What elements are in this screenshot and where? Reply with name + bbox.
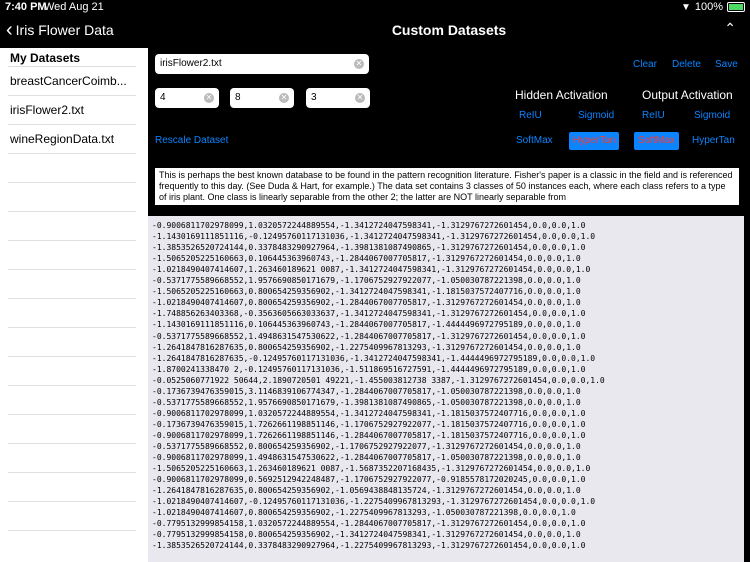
dataset-line: -0.1736739476359015,3.1146839106774347,-… — [152, 386, 581, 396]
output-layer-field[interactable]: 3 ✕ — [306, 88, 370, 108]
dataset-line: -1.5065205225160663,0.800654259356902,-1… — [152, 287, 581, 297]
battery-percent: 100% — [694, 1, 723, 13]
dataset-line: -0.5371775589668552,1.9576690850171679,-… — [152, 276, 581, 286]
dataset-line: -1.1430169111851116,0.106445363960743,-1… — [152, 320, 581, 330]
hidden-relu-option[interactable]: ReIU — [519, 110, 542, 121]
hidden-layer-value: 8 — [235, 92, 241, 103]
wifi-icon: ▼ — [680, 1, 691, 13]
dataset-line: -1.3853526520724144,0.3378483290927964,-… — [152, 243, 586, 253]
dataset-line: -0.9006811702978099,0.5692512942248487,-… — [152, 475, 586, 485]
dataset-line: -1.2641847816287635,-0.12495760117131036… — [152, 353, 596, 363]
dataset-line: -0.1736739476359015,1.7262661198851146,-… — [152, 419, 586, 429]
filename-field[interactable]: irisFlower2.txt ✕ — [155, 54, 369, 74]
sidebar-item-breast-cancer[interactable]: breastCancerCoimb... — [0, 67, 148, 96]
empty-row — [0, 357, 148, 386]
output-activation-heading: Output Activation — [642, 88, 733, 102]
dataset-line: -1.8700241338470 2,-0.12495760117131036,… — [152, 364, 586, 374]
dataset-line: -1.0218490407414607,0.800654259356902,-1… — [152, 508, 576, 518]
dataset-line: -1.0218490407414607,0.800654259356902,-1… — [152, 298, 581, 308]
dataset-line: -1.5065205225160663,0.106445363960743,-1… — [152, 254, 581, 264]
clear-text-icon[interactable]: ✕ — [279, 93, 289, 103]
dataset-line: -1.0218490407414607,-0.12495760117131036… — [152, 497, 596, 507]
dataset-line: -0.9006811702978099,1.7262661198851146,-… — [152, 430, 586, 440]
empty-row — [0, 328, 148, 357]
input-layer-value: 4 — [160, 92, 166, 103]
output-relu-option[interactable]: ReIU — [642, 110, 665, 121]
sidebar-item-iris-flower[interactable]: irisFlower2.txt — [0, 96, 148, 125]
battery-icon — [727, 2, 745, 12]
empty-row — [0, 386, 148, 415]
empty-row — [0, 444, 148, 473]
dataset-line: -0.7795132999854158,0.800654259356902,-1… — [152, 530, 581, 540]
empty-row — [0, 502, 148, 531]
save-button[interactable]: Save — [715, 59, 738, 70]
dataset-line: -0.5371775589668552,0.800654259356902,-1… — [152, 442, 581, 451]
status-bar: 7:40 PM Wed Aug 21 ▼ 100% — [0, 0, 750, 14]
dataset-line: -1.2641847816287635,0.800654259356902,-1… — [152, 486, 581, 496]
divider — [8, 530, 136, 531]
clear-text-icon[interactable]: ✕ — [354, 59, 364, 69]
dataset-line: -0.5371775589668552,1.4948631547530622,-… — [152, 331, 586, 341]
hidden-softmax-option[interactable]: SoftMax — [516, 135, 553, 146]
clear-text-icon[interactable]: ✕ — [355, 93, 365, 103]
empty-row — [0, 183, 148, 212]
dataset-line: -1.2641847816287635,0.800654259356902,-1… — [152, 342, 581, 352]
back-button[interactable]: ‹ Iris Flower Data — [6, 19, 114, 41]
sidebar-item-label: irisFlower2.txt — [10, 103, 85, 117]
hidden-layer-field[interactable]: 8 ✕ — [230, 88, 294, 108]
output-layer-value: 3 — [311, 92, 317, 103]
input-layer-field[interactable]: 4 ✕ — [155, 88, 219, 108]
delete-button[interactable]: Delete — [672, 59, 701, 70]
empty-row — [0, 473, 148, 502]
clear-text-icon[interactable]: ✕ — [204, 93, 214, 103]
sidebar-item-wine-region[interactable]: wineRegionData.txt — [0, 125, 148, 154]
sidebar: My Datasets breastCancerCoimb... irisFlo… — [0, 48, 148, 562]
empty-row — [0, 415, 148, 444]
hidden-sigmoid-option[interactable]: Sigmoid — [578, 110, 614, 121]
empty-row — [0, 270, 148, 299]
empty-row — [0, 241, 148, 270]
sidebar-item-label: breastCancerCoimb... — [10, 74, 127, 88]
hidden-activation-heading: Hidden Activation — [515, 88, 608, 102]
dataset-line: -0.0525060771922 50644,2.1890720501 4922… — [152, 375, 605, 385]
empty-row — [0, 299, 148, 328]
page-title: Custom Datasets — [391, 22, 507, 38]
chevron-left-icon: ‹ — [6, 19, 13, 41]
rescale-dataset-button[interactable]: Rescale Dataset — [155, 135, 228, 146]
dataset-line: -0.9006811702978099,1.0320572244889554,-… — [152, 221, 586, 230]
sidebar-item-label: wineRegionData.txt — [10, 132, 115, 146]
dataset-text-area[interactable]: -0.9006811702978099,1.0320572244889554,-… — [148, 216, 744, 562]
dataset-description[interactable]: This is perhaps the best known database … — [155, 168, 739, 205]
back-label: Iris Flower Data — [15, 22, 114, 38]
empty-row — [0, 212, 148, 241]
output-hypertan-option[interactable]: HyperTan — [692, 135, 735, 146]
clear-button[interactable]: Clear — [633, 59, 657, 70]
status-right: ▼ 100% — [681, 1, 745, 13]
sidebar-navbar: ‹ Iris Flower Data — [0, 14, 148, 48]
empty-row — [0, 154, 148, 183]
dataset-line: -0.7795132999854158,1.0320572244889554,-… — [152, 519, 586, 529]
dataset-line: -1.748856263403368,-0.3563605663033637,-… — [152, 309, 586, 319]
dataset-line: -1.3853526520724144,0.3378483290927964,-… — [152, 541, 586, 551]
hidden-hypertan-option-selected[interactable]: HyperTan — [569, 132, 619, 150]
status-date: Wed Aug 21 — [44, 1, 104, 13]
dataset-line: -1.1430169111851116,-0.12495760117131036… — [152, 232, 596, 242]
dataset-line: -1.0218490407414607,1.263460189621 0087,… — [152, 265, 591, 275]
dataset-line: -0.9006811702978099,1.0320572244889554,-… — [152, 408, 586, 418]
dataset-line: -0.9006811702978099,1.4948631547530622,-… — [152, 453, 581, 463]
dataset-line: -0.5371775589668552,1.9576690850171679,-… — [152, 397, 581, 407]
status-time: 7:40 PM — [5, 1, 47, 13]
output-softmax-option-selected[interactable]: SoftMax — [634, 132, 679, 150]
output-sigmoid-option[interactable]: Sigmoid — [694, 110, 730, 121]
filename-value: irisFlower2.txt — [160, 58, 222, 69]
sidebar-header: My Datasets — [10, 51, 81, 65]
chevron-up-icon[interactable]: ⌃ — [724, 20, 736, 37]
dataset-line: -1.5065205225160663,1.263460189621 0087,… — [152, 464, 591, 474]
